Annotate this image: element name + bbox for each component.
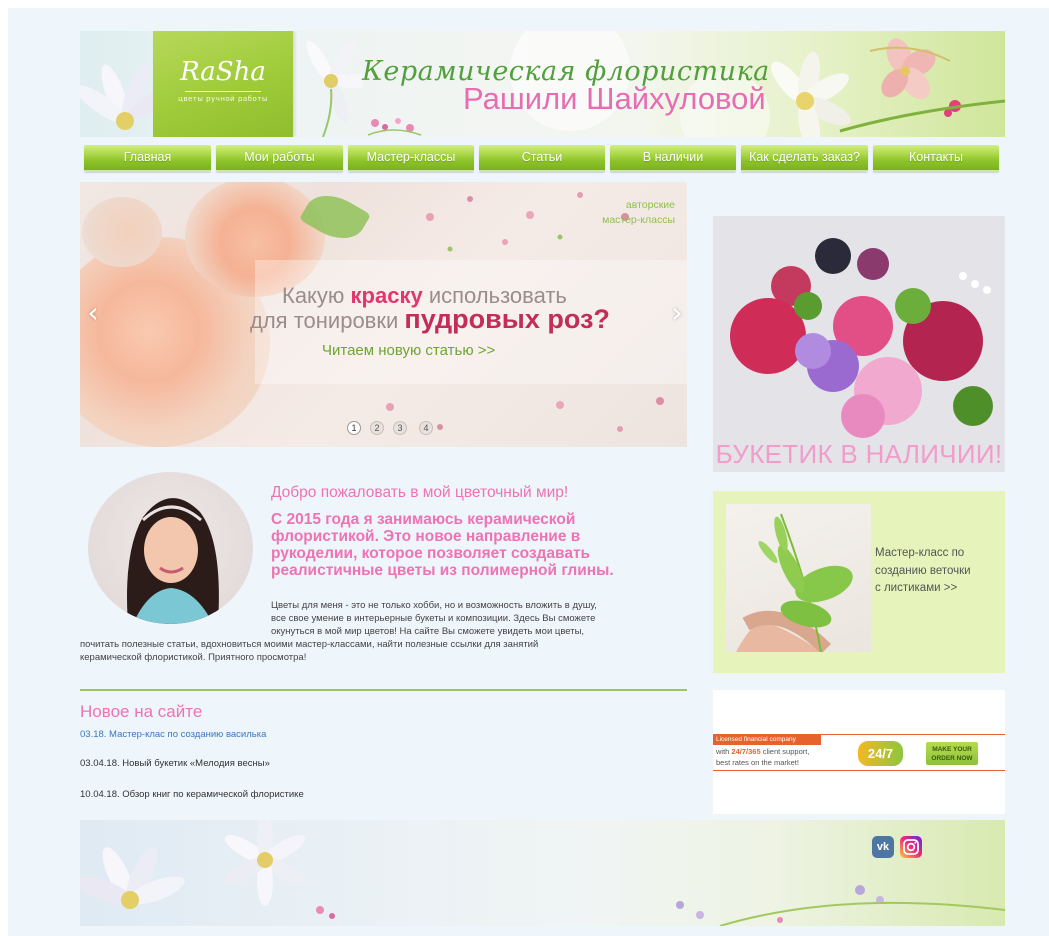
vk-icon[interactable]: vk (872, 836, 894, 858)
nav-item-home[interactable]: Главная (84, 145, 211, 172)
logo-text: RaSha (180, 57, 266, 87)
logo-divider (185, 91, 261, 92)
slider-dot-1[interactable]: 1 (347, 421, 361, 435)
welcome-title: Добро пожаловать в мой цветочный мир! (271, 484, 569, 501)
daisy-left-icon (80, 64, 155, 130)
news-title: Новое на сайте (80, 702, 203, 721)
daisy-middle-icon (306, 40, 363, 137)
ad-banner[interactable]: Licensed financial company with 24/7/365… (713, 734, 1005, 771)
welcome-text-line: окунуться в мой мир цветов! На сайте Вы … (271, 626, 585, 637)
master-class-text[interactable]: Мастер-класс по созданию веточки с листи… (875, 545, 1000, 598)
footer-banner (80, 820, 1005, 926)
nav-item-how-to-order[interactable]: Как сделать заказ? (741, 145, 868, 172)
nav-item-contacts[interactable]: Контакты (873, 145, 999, 172)
welcome-text-line: почитать полезные статьи, вдохновиться м… (80, 639, 539, 650)
promo-bouquet-in-stock[interactable]: БУКЕТИК В НАЛИЧИИ! (713, 216, 1005, 472)
master-class-photo (726, 504, 871, 652)
header-banner: RaSha цветы ручной работы Керамическая ф… (80, 31, 1005, 137)
slide-tag: авторские мастер-классы (602, 199, 675, 226)
news-item: 03.04.18. Новый букетик «Мелодия весны» (80, 758, 270, 769)
nav-item-master-classes[interactable]: Мастер-классы (348, 145, 474, 172)
flower-pattern-bottom-icon (386, 397, 664, 432)
slide-headline-line2: для тонировки пудровых роз? (250, 304, 610, 334)
news-item: 10.04.18. Обзор книг по керамической фло… (80, 789, 304, 800)
ad-logo: 24/7 (858, 741, 903, 766)
slider-dot-3[interactable]: 3 (393, 421, 407, 435)
bouquet-image-icon (713, 216, 1005, 472)
ad-text-line2: best rates on the market! (716, 758, 799, 767)
slider-dot-4[interactable]: 4 (419, 421, 433, 435)
avatar (88, 472, 253, 624)
slider-next-arrow-icon[interactable]: › (668, 299, 686, 327)
section-divider (80, 689, 687, 691)
master-class-card[interactable]: Мастер-класс по созданию веточки с листи… (713, 491, 1005, 673)
news-item-link[interactable]: 03.18. Мастер-клас по созданию василька (80, 729, 266, 740)
logo-subtitle: цветы ручной работы (178, 95, 268, 103)
nav-item-my-works[interactable]: Мои работы (216, 145, 343, 172)
portrait-icon (127, 498, 219, 624)
slider-dot-2[interactable]: 2 (370, 421, 384, 435)
instagram-glyph-icon (903, 839, 919, 855)
rose-bud-image (82, 197, 162, 267)
flowers-right-icon (771, 38, 1005, 137)
welcome-text-line: все свое умение в интерьерные букеты и к… (271, 613, 596, 624)
header-title-name: Рашили Шайхуловой (463, 81, 766, 116)
ad-block: Licensed financial company with 24/7/365… (713, 690, 1005, 814)
promo-label: БУКЕТИК В НАЛИЧИИ! (715, 439, 1003, 469)
welcome-lead: С 2015 года я занимаюсь керамической фло… (271, 511, 614, 579)
small-flowers-icon (367, 118, 422, 136)
nav-item-in-stock[interactable]: В наличии (610, 145, 736, 172)
nav-item-articles[interactable]: Статьи (479, 145, 605, 172)
hero-slider[interactable]: авторские мастер-классы Какую краску исп… (80, 182, 687, 447)
welcome-text-line: керамической флористикой. Приятного прос… (80, 652, 307, 663)
ad-order-button[interactable]: MAKE YOUR ORDER NOW (926, 742, 978, 765)
welcome-text-line: Цветы для меня - это не только хобби, но… (271, 600, 597, 611)
instagram-icon[interactable] (900, 836, 922, 858)
footer-flowers-icon (80, 820, 1005, 926)
slider-prev-arrow-icon[interactable]: ‹ (84, 299, 102, 327)
leaf-branch-icon (736, 513, 853, 652)
ad-badge: Licensed financial company (713, 735, 821, 745)
main-nav: Главная Мои работы Мастер-классы Статьи … (80, 145, 1005, 173)
ad-text-line1: with 24/7/365 client support, (716, 747, 810, 756)
site-logo[interactable]: RaSha цветы ручной работы (153, 31, 293, 137)
slide-read-link[interactable]: Читаем новую статью >> (322, 342, 495, 359)
